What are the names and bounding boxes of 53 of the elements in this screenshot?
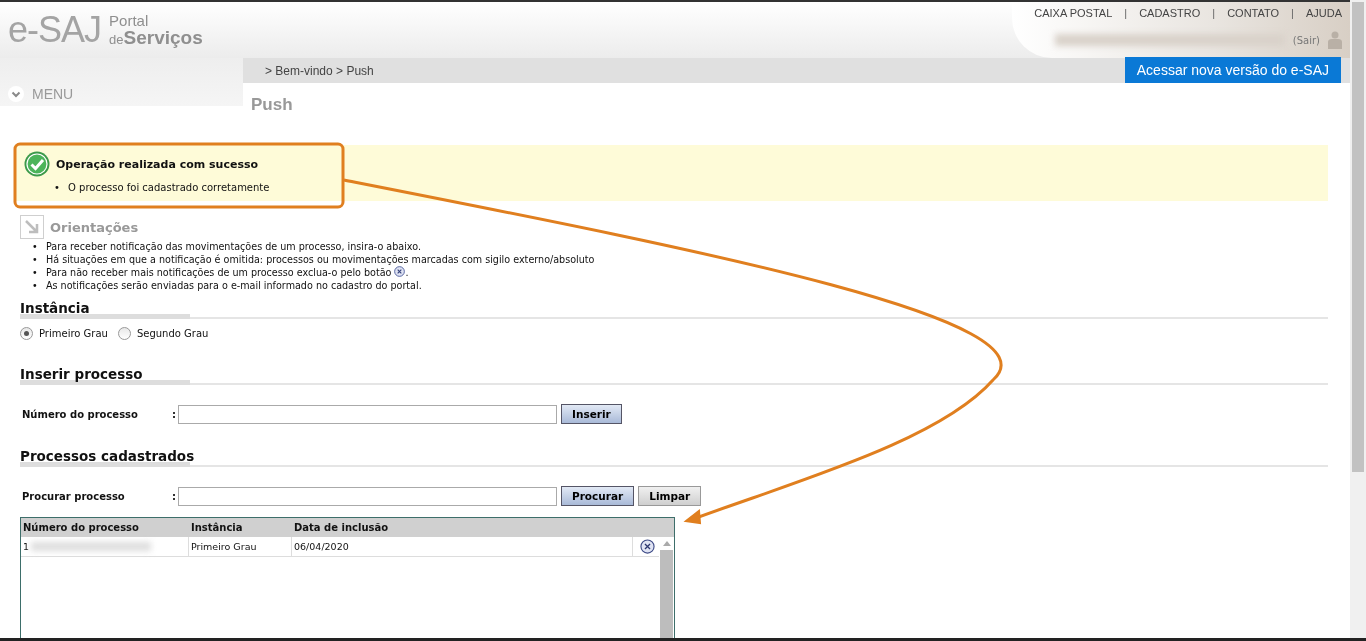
column-header: Instância xyxy=(191,522,244,533)
check-icon xyxy=(24,151,50,177)
remove-icon[interactable] xyxy=(639,539,655,554)
punctuation: . xyxy=(405,267,409,278)
page-scrollbar[interactable] xyxy=(1350,0,1366,641)
column-header: Número do processo xyxy=(22,522,140,533)
section-heading: Instância xyxy=(20,300,1328,319)
table-cell: Primeiro Grau xyxy=(189,537,292,556)
bullet: • xyxy=(32,279,39,292)
bullet: • xyxy=(32,253,39,266)
radio-button[interactable] xyxy=(20,327,33,340)
guidance-item: Há situações em que a notificação é omitida: processos ou movimentações marcadas com sigilo externo/absoluto xyxy=(46,253,595,265)
logo-mark: e-SAJ xyxy=(8,9,102,51)
separator: | xyxy=(1212,7,1216,19)
bullet: • xyxy=(32,241,39,254)
search-button[interactable]: Procurar xyxy=(561,486,635,506)
guidance-item: As notificações serão enviadas para o e-mail informado no cadastro do portal. xyxy=(46,279,422,291)
guidance-item: Para receber notificação das movimentações de um processo, insira-o abaixo. xyxy=(46,241,421,252)
field-label: Número do processo xyxy=(21,408,139,420)
radio-option[interactable]: Primeiro Grau xyxy=(20,327,108,340)
clear-button[interactable]: Limpar xyxy=(638,486,702,506)
new-version-button[interactable]: Acessar nova versão do e-SAJ xyxy=(1124,56,1341,83)
logo-portal: Portal xyxy=(109,13,150,28)
guidance-item: Para não receber mais notificações de um processo exclua-o pelo botão xyxy=(46,267,392,278)
guidance-title: Orientações xyxy=(50,219,139,235)
scroll-up-icon[interactable] xyxy=(662,541,671,546)
breadcrumb[interactable]: > Bem-vindo > Push xyxy=(265,63,374,78)
success-message: O processo foi cadastrado corretamente xyxy=(68,182,270,193)
table-cell: 06/04/2020 xyxy=(292,537,633,556)
page-title: Push xyxy=(250,94,294,116)
logo-servicos: deServiços xyxy=(109,28,203,47)
search-field[interactable] xyxy=(178,486,557,506)
insert-button[interactable]: Inserir xyxy=(561,404,622,424)
colon: : xyxy=(172,490,177,502)
top-nav-link[interactable]: AJUDA xyxy=(1305,7,1342,19)
section-heading: Processos cadastrados xyxy=(20,448,1328,467)
user-icon xyxy=(1328,31,1342,49)
colon: : xyxy=(172,408,177,420)
bullet: • xyxy=(54,181,61,194)
separator: | xyxy=(1124,7,1128,19)
process-number-field[interactable] xyxy=(178,404,557,424)
separator: | xyxy=(1291,7,1294,19)
column-header: Data de inclusão xyxy=(294,522,390,533)
top-nav-link[interactable]: CONTATO xyxy=(1227,7,1280,19)
radio-button[interactable] xyxy=(117,327,131,340)
top-nav-link[interactable]: CAIXA POSTAL xyxy=(1034,7,1113,19)
field-label: Procurar processo xyxy=(21,490,126,502)
radio-option[interactable]: Segundo Grau xyxy=(117,327,209,340)
chevron-down-icon xyxy=(8,86,24,102)
section-heading: Inserir processo xyxy=(20,366,1328,385)
top-nav-link[interactable]: CADASTRO xyxy=(1139,7,1201,19)
bullet: • xyxy=(32,267,39,280)
success-title: Operação realizada com sucesso xyxy=(56,157,259,171)
